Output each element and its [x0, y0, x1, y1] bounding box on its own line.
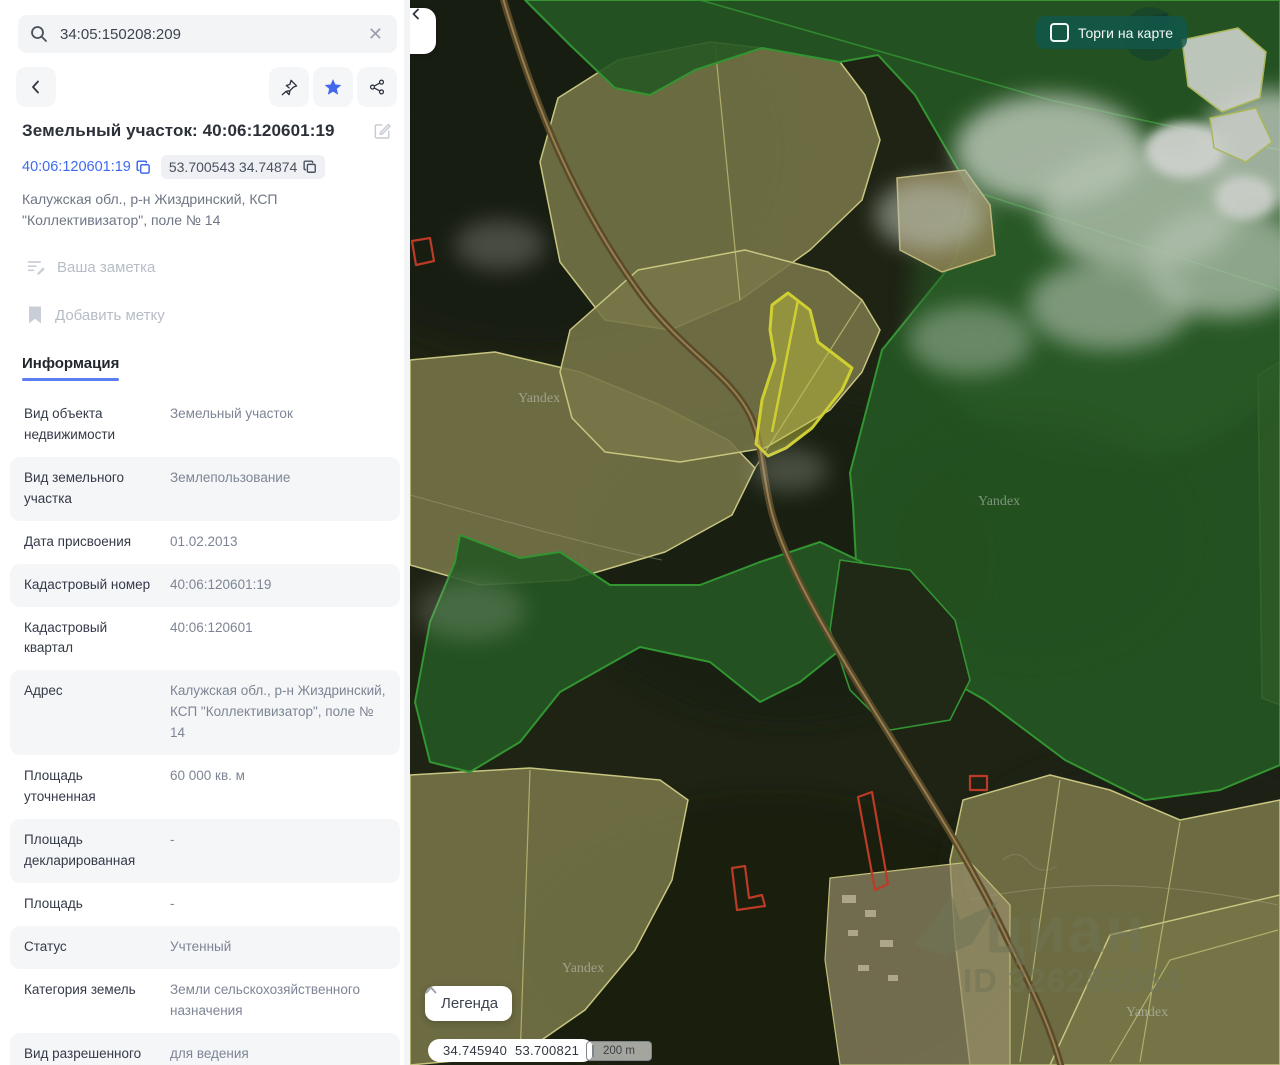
coordinates-text: 53.700543 34.74874 [168, 159, 298, 175]
chevron-left-icon [32, 80, 39, 94]
toolbar [16, 67, 397, 107]
chevron-left-icon [412, 8, 419, 20]
tab-information-label: Информация [22, 355, 120, 372]
add-mark-label: Добавить метку [55, 306, 165, 324]
copy-icon[interactable] [136, 159, 151, 175]
clear-search-icon[interactable]: ✕ [366, 23, 385, 45]
tab-bar: Информация [22, 355, 410, 381]
cursor-coordinates: 34.745940 53.700821 [428, 1039, 595, 1062]
info-row-label: Вид разрешенного использования [24, 1045, 142, 1061]
active-tab-underline [22, 378, 120, 381]
info-row-label: Площадь уточненная [24, 768, 96, 805]
note-icon [27, 261, 45, 275]
info-row-value: Землепользование [170, 469, 291, 485]
chevron-up-icon [425, 986, 437, 994]
info-row-label: Категория земель [24, 981, 136, 997]
cadastral-number-link[interactable]: 40:06:120601:19 [22, 159, 151, 175]
cadastral-number-text: 40:06:120601:19 [22, 159, 131, 175]
torgi-label: Торги на карте [1078, 24, 1173, 41]
pin-button[interactable] [269, 67, 309, 107]
cadastral-map-app: ✕ Земельный участок: 40:06:120601:19 [0, 0, 1280, 1065]
info-row-label: Площадь декларированная [24, 831, 136, 868]
info-row-value: 40:06:120601 [170, 619, 253, 635]
info-table: Вид объекта недвижимости Земельный участ… [0, 393, 410, 1065]
info-row-value: Земли сельскохозяйственного назначения [170, 981, 361, 1018]
info-row-value: 60 000 кв. м [170, 768, 245, 784]
info-row: Адрес Калужская обл., р-н Жиздринский, К… [10, 670, 400, 756]
your-note-button[interactable]: Ваша заметка [26, 257, 410, 277]
info-row: Вид разрешенного использования для веден… [10, 1032, 400, 1065]
info-row-label: Площадь [24, 895, 83, 911]
object-address: Калужская обл., р-н Жиздринский, КСП "Ко… [22, 191, 278, 228]
info-row-label: Кадастровый квартал [24, 619, 108, 656]
sidebar-scrollbar[interactable] [404, 0, 410, 1065]
bookmark-icon [29, 306, 41, 324]
info-row-label: Дата присвоения [24, 533, 132, 549]
add-mark-button[interactable]: Добавить метку [26, 305, 410, 325]
info-row: Площадь декларированная - [10, 818, 400, 883]
map-canvas[interactable]: Yandex Yandex Yandex Yandex циан ID 3262… [410, 0, 1280, 1065]
edit-pencil-icon [374, 123, 391, 139]
legend-label: Легенда [441, 995, 499, 1012]
info-row: Статус Учтенный [10, 925, 400, 969]
search-field[interactable]: ✕ [18, 15, 397, 53]
legend-button[interactable]: Легенда [425, 986, 513, 1021]
share-icon [369, 79, 385, 95]
share-button[interactable] [357, 67, 397, 107]
info-row-value: Калужская обл., р-н Жиздринский, КСП "Ко… [170, 683, 386, 741]
info-row-value: - [170, 895, 175, 911]
search-input[interactable] [58, 24, 366, 44]
torgi-toggle[interactable]: Торги на карте [1036, 16, 1187, 49]
back-button[interactable] [16, 67, 56, 107]
star-icon [324, 79, 342, 95]
info-row: Кадастровый номер 40:06:120601:19 [10, 563, 400, 607]
info-row-value: Земельный участок [170, 406, 293, 421]
info-row-label: Статус [24, 938, 67, 954]
tab-information[interactable]: Информация [22, 355, 120, 381]
info-row-label: Адрес [24, 683, 63, 699]
sidebar-panel: ✕ Земельный участок: 40:06:120601:19 [0, 0, 410, 1065]
edit-note-button[interactable] [373, 121, 392, 145]
map-scale-bar: 200 m [586, 1041, 652, 1061]
favorite-button[interactable] [313, 67, 353, 107]
info-row-value: Учтенный [170, 938, 232, 954]
search-icon [31, 26, 47, 42]
info-row: Дата присвоения 01.02.2013 [10, 521, 400, 564]
your-note-label: Ваша заметка [57, 258, 156, 276]
info-row-value: 01.02.2013 [170, 533, 238, 549]
info-row: Категория земель Земли сельскохозяйствен… [10, 969, 400, 1033]
satellite-grain [410, 0, 1280, 1065]
collapse-sidebar-button[interactable] [410, 8, 436, 54]
info-row-value: - [170, 831, 175, 847]
info-row: Вид земельного участка Землепользование [10, 456, 400, 521]
pin-icon [281, 79, 297, 95]
page-title: Земельный участок: 40:06:120601:19 [22, 121, 335, 140]
info-row: Площадь - [10, 883, 400, 926]
satellite-map-graphic: Yandex Yandex Yandex Yandex циан ID 3262… [410, 0, 1280, 1065]
torgi-checkbox[interactable] [1050, 23, 1069, 42]
info-row: Кадастровый квартал 40:06:120601 [10, 607, 400, 671]
info-row: Вид объекта недвижимости Земельный участ… [10, 393, 400, 457]
info-row-label: Кадастровый номер [24, 576, 151, 592]
copy-icon[interactable] [303, 160, 317, 174]
info-row-label: Вид земельного участка [24, 469, 125, 506]
coordinates-chip[interactable]: 53.700543 34.74874 [160, 155, 326, 179]
info-row: Площадь уточненная 60 000 кв. м [10, 755, 400, 819]
info-row-value: для ведения сельскохозяйственного произв… [170, 1045, 249, 1061]
info-row-value: 40:06:120601:19 [170, 576, 272, 592]
map-scale-label: 200 m [603, 1045, 635, 1057]
info-row-label: Вид объекта недвижимости [24, 406, 116, 442]
